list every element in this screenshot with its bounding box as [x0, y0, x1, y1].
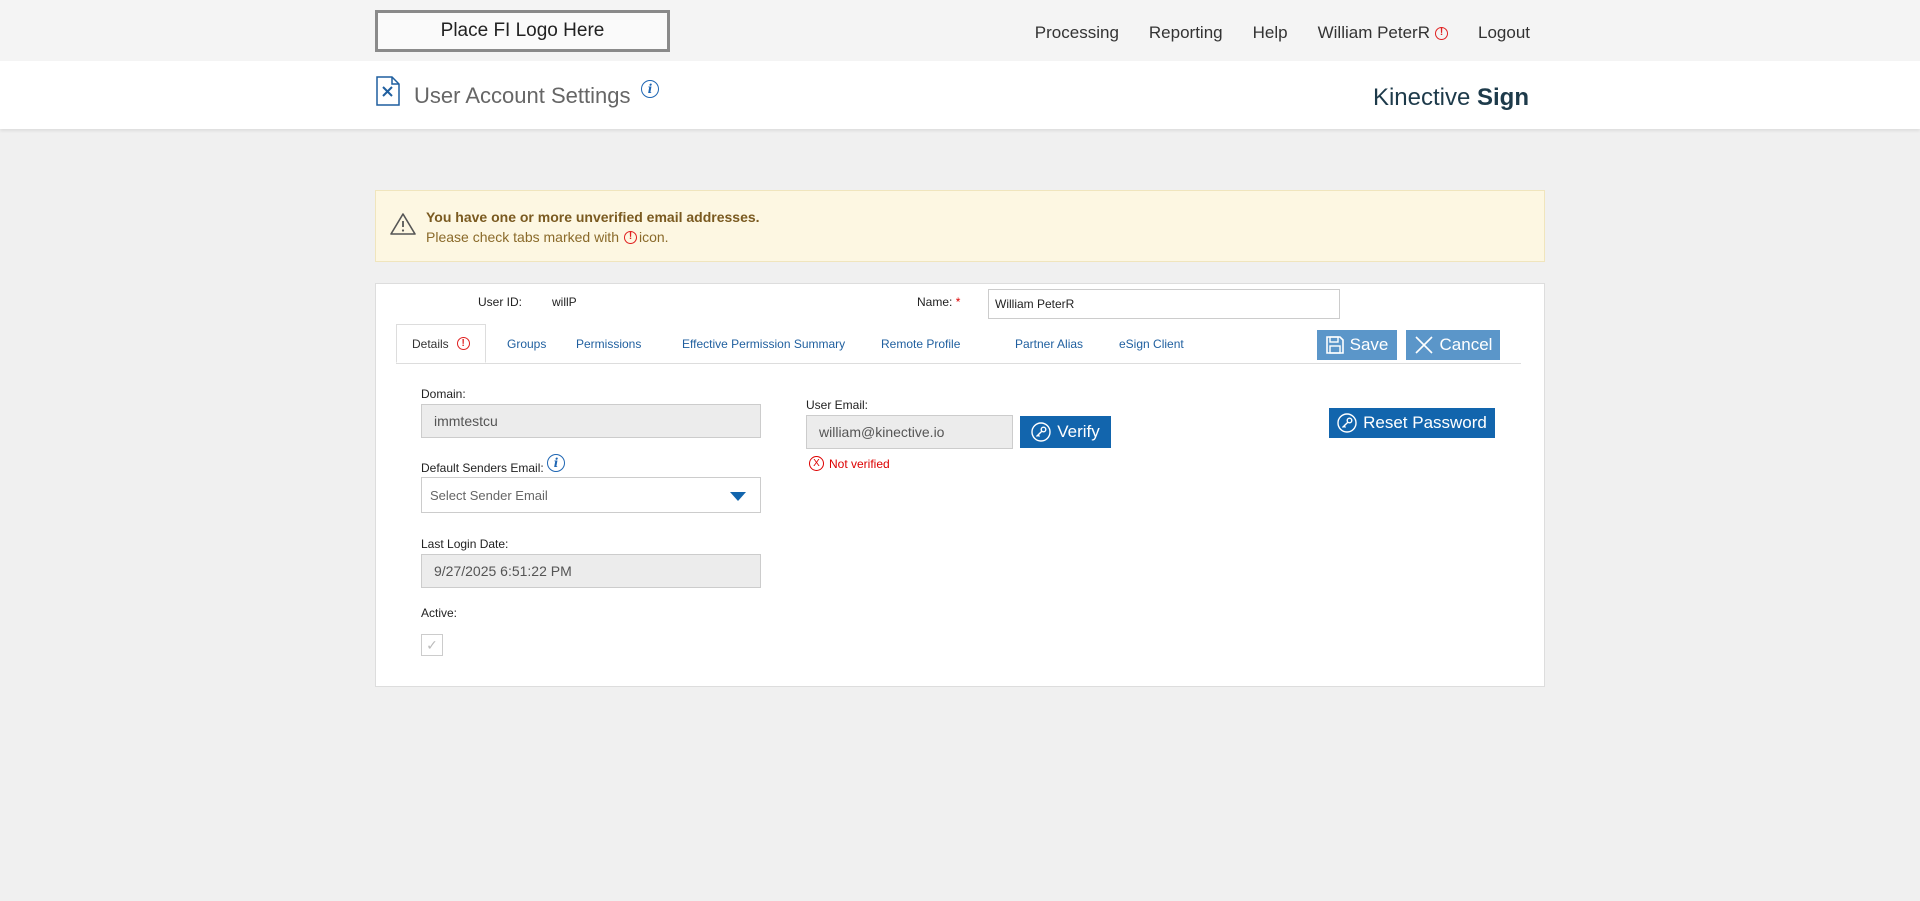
tab-esign-client[interactable]: eSign Client: [1119, 324, 1184, 363]
nav-user-menu[interactable]: William PeterR !: [1318, 23, 1448, 43]
key-icon: [1337, 413, 1357, 433]
default-senders-email-label: Default Senders Email:: [421, 461, 544, 475]
alert-icon: !: [623, 230, 637, 244]
user-id-label: User ID:: [478, 295, 523, 309]
nav-logout[interactable]: Logout: [1478, 23, 1530, 43]
tab-partner-alias[interactable]: Partner Alias: [1015, 324, 1083, 363]
active-checkbox[interactable]: ✓: [421, 634, 443, 656]
tab-bar: Details ! Groups Permissions Effective P…: [396, 324, 1521, 364]
info-icon[interactable]: i: [547, 454, 565, 472]
last-login-date-field: 9/27/2025 6:51:22 PM: [421, 554, 761, 588]
domain-label: Domain:: [421, 387, 466, 401]
error-icon: X: [809, 456, 824, 471]
user-settings-panel: User ID: willP Name: * Save Cancel Detai…: [375, 283, 1545, 687]
warning-message: Please check tabs marked with ! icon.: [426, 229, 669, 245]
document-settings-icon: [376, 76, 400, 106]
tab-groups[interactable]: Groups: [507, 324, 546, 363]
info-icon[interactable]: i: [641, 80, 659, 98]
unverified-email-warning: You have one or more unverified email ad…: [375, 190, 1545, 262]
alert-icon: !: [1435, 26, 1448, 40]
nav-reporting[interactable]: Reporting: [1149, 23, 1223, 43]
name-label: Name: *: [917, 295, 961, 309]
key-icon: [1031, 422, 1051, 442]
default-sender-select[interactable]: Select Sender Email: [421, 477, 761, 513]
nav-user-name: William PeterR: [1317, 23, 1430, 42]
user-id-value: willP: [552, 295, 577, 309]
name-input[interactable]: [988, 289, 1340, 319]
top-nav: Processing Reporting Help William PeterR…: [1035, 0, 1530, 66]
tab-remote-profile[interactable]: Remote Profile: [881, 324, 960, 363]
verify-button[interactable]: Verify: [1020, 416, 1111, 448]
brand-logo: Kinective Sign: [1372, 84, 1529, 111]
warning-title: You have one or more unverified email ad…: [426, 209, 760, 225]
tab-permissions[interactable]: Permissions: [576, 324, 641, 363]
title-bar: User Account Settings i Kinective Sign: [0, 61, 1920, 129]
domain-field: immtestcu: [421, 404, 761, 438]
warning-icon: [390, 213, 416, 235]
tab-details[interactable]: Details !: [396, 324, 486, 363]
user-email-field: william@kinective.io: [806, 415, 1013, 449]
check-icon: ✓: [426, 636, 438, 653]
user-email-label: User Email:: [806, 398, 869, 412]
alert-icon: !: [456, 337, 470, 350]
page-title: User Account Settings: [414, 83, 631, 108]
nav-processing[interactable]: Processing: [1035, 23, 1119, 43]
chevron-down-icon: [730, 492, 746, 501]
nav-help[interactable]: Help: [1253, 23, 1288, 43]
top-bar: Place FI Logo Here Processing Reporting …: [0, 0, 1920, 61]
last-login-date-label: Last Login Date:: [421, 537, 509, 551]
not-verified-status: X Not verified: [809, 456, 890, 471]
logo-placeholder: Place FI Logo Here: [375, 10, 670, 52]
active-label: Active:: [421, 606, 458, 620]
tab-effective-permission-summary[interactable]: Effective Permission Summary: [682, 324, 845, 363]
reset-password-button[interactable]: Reset Password: [1329, 408, 1495, 438]
